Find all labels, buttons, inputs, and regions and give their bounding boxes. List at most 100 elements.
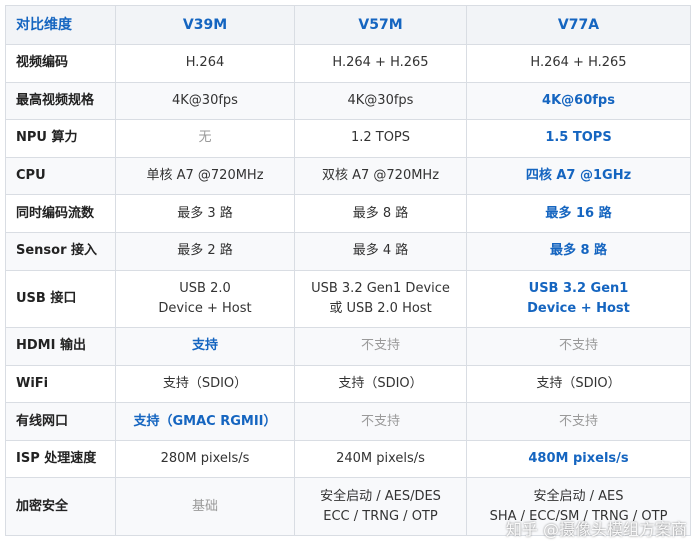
cell-v77a: 四核 A7 @1GHz (466, 156, 691, 196)
cell-v39m: 无 (115, 119, 295, 158)
cell-text: Device + Host (527, 300, 630, 316)
table-row: NPU 算力 无 1.2 TOPS 1.5 TOPS (5, 119, 691, 158)
cell-v77a: 最多 16 路 (466, 194, 691, 233)
cell-text: 安全启动 / AES (533, 488, 624, 504)
cell-v39m: 基础 (115, 477, 295, 536)
cell-v39m: H.264 (115, 44, 295, 83)
cell-text: 最多 2 路 (177, 243, 233, 259)
cell-text: 支持 (191, 338, 218, 354)
cell-text: 支持（GMAC RGMII） (133, 413, 277, 429)
cell-text: 480M pixels/s (528, 451, 629, 467)
cell-v39m: 280M pixels/s (115, 439, 295, 479)
table-row: 同时编码流数 最多 3 路 最多 8 路 最多 16 路 (5, 194, 691, 233)
cell-text: Device + Host (158, 300, 252, 316)
table-row: WiFi 支持（SDIO） 支持（SDIO） 支持（SDIO） (5, 364, 691, 404)
cell-text: 1.2 TOPS (350, 130, 411, 146)
table-row: USB 接口 USB 2.0 Device + Host USB 3.2 Gen1 D… (5, 269, 691, 329)
row-label: 最高视频规格 (5, 81, 116, 121)
cell-text: 最多 8 路 (549, 243, 608, 259)
cell-text: 最多 4 路 (352, 243, 409, 259)
cell-text: 4K@30fps (347, 92, 414, 108)
cell-text: 4K@30fps (172, 92, 238, 108)
cell-v39m: 支持 (115, 327, 295, 366)
cell-text: 最多 8 路 (352, 205, 409, 221)
cell-v39m: 4K@30fps (115, 81, 295, 121)
cell-text: 支持（SDIO） (536, 375, 621, 391)
cell-v57m: 双核 A7 @720MHz (294, 156, 467, 196)
cell-text: 或 USB 2.0 Host (329, 300, 432, 316)
header-dimension: 对比维度 (5, 5, 116, 45)
table-row: HDMI 输出 支持 不支持 不支持 (5, 327, 691, 366)
row-label: WiFi (5, 364, 116, 404)
cell-v57m: 不支持 (294, 402, 467, 441)
cell-v77a: 安全启动 / AES SHA / ECC/SM / TRNG / OTP (466, 477, 691, 536)
row-label: 视频编码 (5, 44, 116, 83)
cell-v57m: 最多 4 路 (294, 231, 467, 271)
cell-text: USB 3.2 Gen1 Device (311, 280, 450, 296)
cell-v77a: 最多 8 路 (466, 231, 691, 271)
cell-text: 240M pixels/s (336, 451, 425, 467)
cell-v77a: 支持（SDIO） (466, 364, 691, 404)
cell-text: SHA / ECC/SM / TRNG / OTP (489, 508, 668, 524)
row-label: 加密安全 (5, 477, 116, 536)
header-v57m: V57M (294, 5, 467, 45)
row-label: NPU 算力 (5, 119, 116, 158)
cell-v77a: 不支持 (466, 327, 691, 366)
cell-text: 4K@60fps (542, 92, 615, 108)
cell-v57m: 支持（SDIO） (294, 364, 467, 404)
cell-v77a: 480M pixels/s (466, 439, 691, 479)
cell-v77a: H.264 + H.265 (466, 44, 691, 83)
cell-text: ECC / TRNG / OTP (323, 508, 438, 524)
cell-v77a: 4K@60fps (466, 81, 691, 121)
row-label: CPU (5, 156, 116, 196)
cell-text: 280M pixels/s (160, 451, 250, 467)
cell-text: 最多 16 路 (545, 205, 612, 221)
table-body: 视频编码 H.264 H.264 + H.265 H.264 + H.265 最高视频规… (5, 44, 691, 536)
cell-v39m: USB 2.0 Device + Host (115, 269, 295, 329)
row-label: 有线网口 (5, 402, 116, 441)
row-label: ISP 处理速度 (5, 439, 116, 479)
cell-v57m: 4K@30fps (294, 81, 467, 121)
table-header: 对比维度 V39M V57M V77A (5, 5, 691, 45)
cell-text: 双核 A7 @720MHz (321, 168, 440, 184)
cell-v57m: 安全启动 / AES/DES ECC / TRNG / OTP (294, 477, 467, 536)
cell-text: H.264 (185, 55, 225, 71)
cell-text: 不支持 (558, 413, 598, 429)
cell-v57m: 不支持 (294, 327, 467, 366)
table-row: Sensor 接入 最多 2 路 最多 4 路 最多 8 路 (5, 231, 691, 271)
header-row: 对比维度 V39M V57M V77A (5, 5, 691, 45)
cell-text: 支持（SDIO） (162, 375, 248, 391)
cell-v39m: 支持（GMAC RGMII） (115, 402, 295, 441)
cell-text: 1.5 TOPS (545, 130, 612, 146)
table-row: 有线网口 支持（GMAC RGMII） 不支持 不支持 (5, 402, 691, 441)
cell-text: USB 3.2 Gen1 (528, 280, 629, 296)
table-row: ISP 处理速度 280M pixels/s 240M pixels/s 480M p… (5, 439, 691, 479)
cell-text: 不支持 (360, 413, 400, 429)
cell-v57m: 240M pixels/s (294, 439, 467, 479)
row-label: HDMI 输出 (5, 327, 116, 366)
cell-v39m: 支持（SDIO） (115, 364, 295, 404)
row-label: 同时编码流数 (5, 194, 116, 233)
cell-text: 单核 A7 @720MHz (146, 168, 264, 184)
cell-v77a: 1.5 TOPS (466, 119, 691, 158)
table-row: 加密安全 基础 安全启动 / AES/DES ECC / TRNG / OTP 安全启动… (5, 477, 691, 536)
cell-v39m: 最多 3 路 (115, 194, 295, 233)
cell-v77a: 不支持 (466, 402, 691, 441)
cell-v39m: 最多 2 路 (115, 231, 295, 271)
cell-v57m: 1.2 TOPS (294, 119, 467, 158)
cell-text: 支持（SDIO） (338, 375, 423, 391)
cell-text: 最多 3 路 (177, 205, 233, 221)
cell-text: 不支持 (558, 338, 598, 354)
table-row: 最高视频规格 4K@30fps 4K@30fps 4K@60fps (5, 81, 691, 121)
table-row: 视频编码 H.264 H.264 + H.265 H.264 + H.265 (5, 44, 691, 83)
cell-text: H.264 + H.265 (332, 55, 429, 71)
table-row: CPU 单核 A7 @720MHz 双核 A7 @720MHz 四核 A7 @1GHz (5, 156, 691, 196)
cell-text: USB 2.0 (179, 280, 231, 296)
row-label: USB 接口 (5, 269, 116, 329)
comparison-table: 对比维度 V39M V57M V77A 视频编码 H.264 H.264 + H.2… (5, 5, 691, 536)
header-v77a: V77A (466, 5, 691, 45)
cell-v77a: USB 3.2 Gen1 Device + Host (466, 269, 691, 329)
cell-v57m: 最多 8 路 (294, 194, 467, 233)
cell-text: H.264 + H.265 (530, 55, 627, 71)
cell-v39m: 单核 A7 @720MHz (115, 156, 295, 196)
